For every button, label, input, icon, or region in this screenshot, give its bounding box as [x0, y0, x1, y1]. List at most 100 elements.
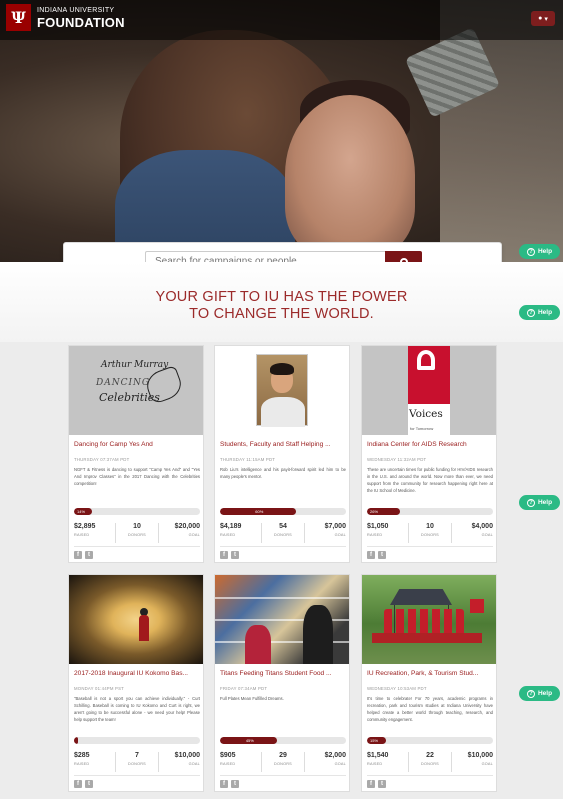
facebook-icon[interactable]: f — [367, 551, 375, 559]
stat-donors: 54 DONORS — [261, 523, 303, 543]
campaign-title[interactable]: Titans Feeding Titans Student Food ... — [220, 670, 346, 677]
hero-image — [0, 0, 563, 262]
campaign-date: WEDNESDAY 11:32AM PDT — [367, 457, 427, 462]
donors-label: DONORS — [128, 533, 146, 537]
campaign-stats: $4,189 RAISED 54 DONORS $7,000 GOAL — [220, 523, 346, 543]
facebook-icon[interactable]: f — [74, 551, 82, 559]
social-share: f t — [74, 780, 93, 788]
tagline-line-2: TO CHANGE THE WORLD. — [189, 306, 374, 322]
twitter-icon[interactable]: t — [85, 780, 93, 788]
progress-bar: 15% — [367, 737, 493, 744]
goal-label: GOAL — [334, 762, 346, 766]
campaign-image[interactable] — [215, 575, 349, 664]
campaign-stats: $905 RAISED 29 DONORS $2,000 GOAL — [220, 752, 346, 772]
user-icon: ● — [538, 15, 543, 22]
stat-raised: $905 RAISED — [220, 752, 261, 772]
progress-bar: 60% — [220, 508, 346, 515]
question-circle-icon: ? — [526, 308, 535, 317]
campaign-image[interactable] — [362, 575, 496, 664]
stat-raised: $1,050 RAISED — [367, 523, 408, 543]
logo-line-2: FOUNDATION — [37, 14, 125, 30]
stat-raised: $4,189 RAISED — [220, 523, 261, 543]
raised-label: RAISED — [367, 762, 383, 766]
stat-donors: 29 DONORS — [261, 752, 303, 772]
portrait-shirt — [261, 397, 305, 427]
dancing-logo-text: DANCING — [96, 378, 151, 388]
progress-bar — [74, 737, 200, 744]
help-button[interactable]: ? Help — [519, 495, 560, 510]
user-menu-button[interactable]: ● ▾ — [531, 11, 555, 26]
campaign-description: These are uncertain times for public fun… — [367, 467, 493, 493]
campaign-description: "Baseball is not a sport you can achieve… — [74, 696, 200, 722]
campaign-date: FRIDAY 07:34AM PDT — [220, 686, 268, 691]
donors-value: 10 — [133, 523, 141, 530]
campaign-image[interactable]: Arthur Murray DANCING Celebrities — [69, 346, 203, 435]
question-circle-icon: ? — [526, 498, 535, 507]
twitter-icon[interactable]: t — [231, 551, 239, 559]
portrait-hair — [270, 363, 294, 375]
campaign-title[interactable]: Dancing for Camp Yes And — [74, 441, 200, 448]
foundation-logo[interactable]: Ψ INDIANA UNIVERSITY FOUNDATION — [6, 4, 125, 31]
campaign-title[interactable]: 2017-2018 Inaugural IU Kokomo Bas... — [74, 670, 200, 677]
red-sign — [470, 599, 484, 613]
divider — [220, 775, 346, 776]
social-share: f t — [367, 551, 386, 559]
progress-fill: 15% — [367, 737, 386, 744]
facebook-icon[interactable]: f — [220, 551, 228, 559]
goal-value: $7,000 — [324, 523, 346, 530]
red-ribbon-icon — [408, 346, 450, 404]
campaign-card[interactable]: 2017-2018 Inaugural IU Kokomo Bas... MON… — [68, 574, 204, 792]
campaign-title[interactable]: Indiana Center for AIDS Research — [367, 441, 493, 448]
progress-bar: 14% — [74, 508, 200, 515]
progress-fill: 14% — [74, 508, 92, 515]
campaign-date: THURSDAY 11:15AM PDT — [220, 457, 276, 462]
twitter-icon[interactable]: t — [378, 551, 386, 559]
help-button[interactable]: ? Help — [519, 244, 560, 259]
divider — [367, 775, 493, 776]
help-button[interactable]: ? Help — [519, 686, 560, 701]
stat-raised: $2,895 RAISED — [74, 523, 115, 543]
help-label: Help — [537, 499, 553, 506]
stat-goal: $20,000 GOAL — [157, 523, 200, 543]
campaign-image[interactable]: Voices for Tomorrow — [362, 346, 496, 435]
stat-donors: 7 DONORS — [115, 752, 157, 772]
campaign-card[interactable]: Voices for Tomorrow Indiana Center for A… — [361, 345, 497, 563]
stat-donors: 10 DONORS — [408, 523, 450, 543]
twitter-icon[interactable]: t — [85, 551, 93, 559]
tagline: YOUR GIFT TO IU HAS THE POWER TO CHANGE … — [0, 289, 563, 323]
campaign-title[interactable]: Students, Faculty and Staff Helping ... — [220, 441, 346, 448]
goal-value: $10,000 — [467, 752, 493, 759]
progress-bar: 45% — [220, 737, 346, 744]
help-label: Help — [537, 309, 553, 316]
campaign-card[interactable]: Students, Faculty and Staff Helping ... … — [214, 345, 350, 563]
stat-goal: $2,000 GOAL — [303, 752, 346, 772]
campaign-card[interactable]: Arthur Murray DANCING Celebrities Dancin… — [68, 345, 204, 563]
campaign-image[interactable] — [69, 575, 203, 664]
twitter-icon[interactable]: t — [231, 780, 239, 788]
facebook-icon[interactable]: f — [220, 780, 228, 788]
raised-label: RAISED — [220, 762, 236, 766]
campaign-card[interactable]: IU Recreation, Park, & Tourism Stud... W… — [361, 574, 497, 792]
goal-label: GOAL — [481, 762, 493, 766]
facebook-icon[interactable]: f — [367, 780, 375, 788]
donors-label: DONORS — [274, 762, 292, 766]
campaign-stats: $2,895 RAISED 10 DONORS $20,000 GOAL — [74, 523, 200, 543]
social-share: f t — [367, 780, 386, 788]
donors-value: 29 — [279, 752, 287, 759]
campaign-description: Full Plates Mean Fulfilled Dreams. — [220, 696, 284, 701]
stat-goal: $10,000 GOAL — [157, 752, 200, 772]
campaign-title[interactable]: IU Recreation, Park, & Tourism Stud... — [367, 670, 493, 677]
red-table — [372, 633, 482, 643]
goal-value: $4,000 — [471, 523, 493, 530]
campaign-image[interactable] — [215, 346, 349, 435]
raised-value: $4,189 — [220, 523, 242, 530]
stat-donors: 10 DONORS — [115, 523, 157, 543]
campaign-date: WEDNESDAY 10:53AM PDT — [367, 686, 427, 691]
campaign-card[interactable]: Titans Feeding Titans Student Food ... F… — [214, 574, 350, 792]
raised-label: RAISED — [74, 533, 90, 537]
help-button[interactable]: ? Help — [519, 305, 560, 320]
twitter-icon[interactable]: t — [378, 780, 386, 788]
raised-value: $285 — [74, 752, 90, 759]
facebook-icon[interactable]: f — [74, 780, 82, 788]
hero-person-2-face — [285, 95, 415, 255]
